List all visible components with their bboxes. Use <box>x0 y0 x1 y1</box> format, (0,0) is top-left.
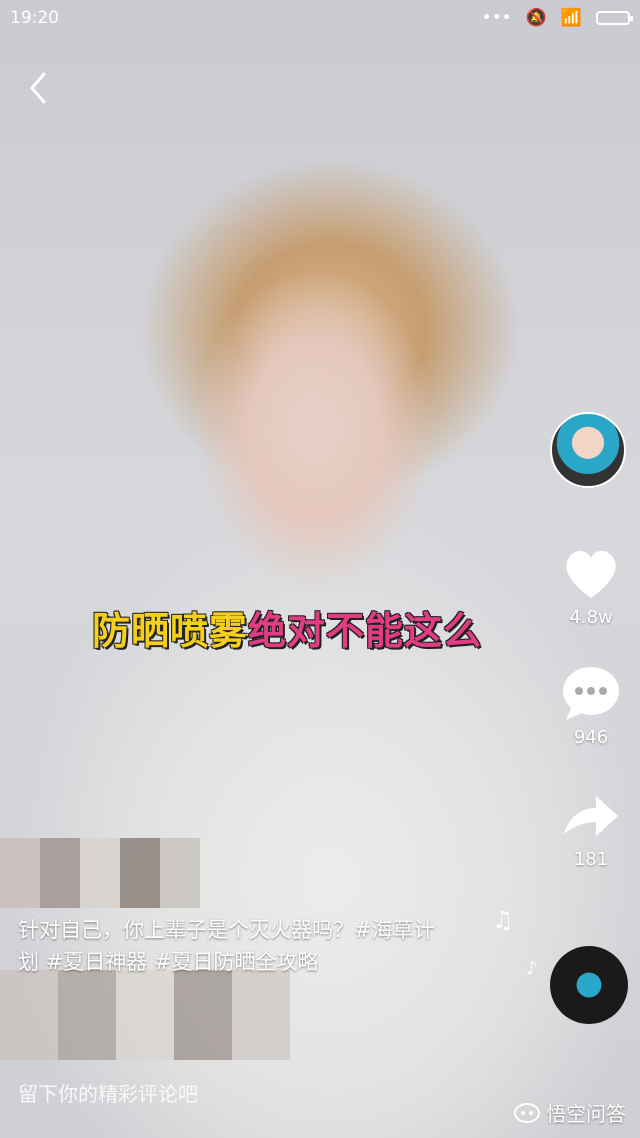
music-note-small-icon: ♪ <box>526 958 538 979</box>
comment-count: 946 <box>573 727 609 748</box>
status-bar: 19:20 ••• 🔕 📶 <box>0 0 640 36</box>
watermark-text: 悟空问答 <box>546 1102 626 1126</box>
share-count: 181 <box>573 849 609 870</box>
comment-button[interactable]: 946 <box>558 664 624 748</box>
description-line-1: 针对自己，你上辈子是个灭火器吗？#海草计 <box>18 918 435 942</box>
author-avatar[interactable] <box>550 412 626 488</box>
blurred-username <box>0 838 200 908</box>
like-button[interactable]: 4.8w <box>558 544 624 628</box>
status-time: 19:20 <box>10 8 59 28</box>
watermark: 悟空问答 <box>514 1098 626 1127</box>
wukong-logo-icon <box>514 1102 540 1123</box>
mute-icon: 🔕 <box>525 8 547 28</box>
heart-icon <box>566 550 616 598</box>
video-caption: 防晒喷雾绝对不能这么 <box>92 600 482 655</box>
share-arrow-icon <box>564 796 618 836</box>
chevron-left-icon <box>30 72 46 104</box>
battery-icon <box>596 11 633 25</box>
status-icons: ••• 🔕 📶 <box>481 8 633 28</box>
comment-bubble-icon <box>563 667 619 720</box>
music-disc[interactable] <box>550 946 628 1024</box>
video-description[interactable]: 针对自己，你上辈子是个灭火器吗？#海草计 划 #夏日神器 #夏日防晒全攻略 <box>18 914 488 978</box>
blurred-music-info <box>0 970 290 1060</box>
more-dots-icon: ••• <box>481 8 512 28</box>
music-note-icon: ♫ <box>492 906 514 934</box>
caption-part-2: 绝对不能这么 <box>248 609 483 653</box>
comment-input[interactable]: 留下你的精彩评论吧 <box>18 1078 198 1107</box>
caption-part-1: 防晒喷雾 <box>92 609 249 653</box>
share-button[interactable]: 181 <box>558 786 624 870</box>
back-button[interactable] <box>22 68 56 108</box>
like-count: 4.8w <box>569 607 613 628</box>
description-line-2: 划 #夏日神器 #夏日防晒全攻略 <box>18 950 319 974</box>
wifi-icon: 📶 <box>560 8 582 28</box>
